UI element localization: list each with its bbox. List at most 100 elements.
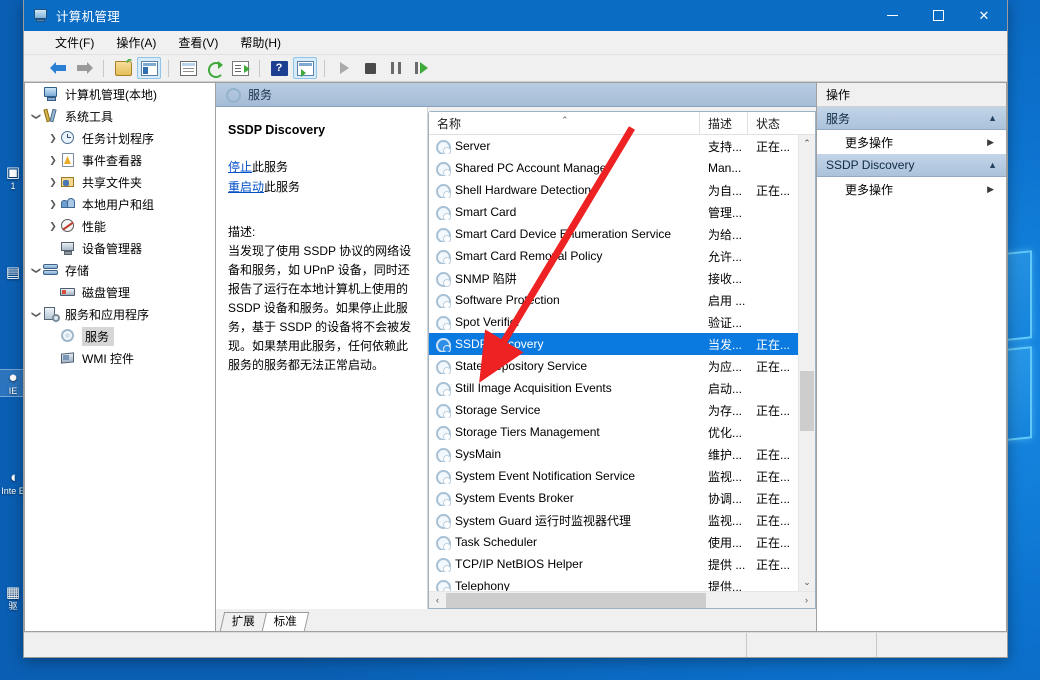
view-tab-1[interactable]: 标准 [262, 612, 309, 631]
tree-item-0[interactable]: 计算机管理(本地) [25, 83, 215, 105]
menu-item-3[interactable]: 帮助(H) [229, 32, 292, 53]
table-row[interactable]: SNMP 陷阱接收... [429, 267, 798, 289]
table-row[interactable]: System Guard 运行时监视器代理监视...正在... [429, 509, 798, 531]
tree-expander-icon[interactable] [29, 265, 43, 276]
minimize-button[interactable] [869, 0, 915, 31]
tree-item-7[interactable]: 设备管理器 [25, 237, 215, 259]
pause-service-icon[interactable] [384, 57, 408, 79]
tree-item-3[interactable]: 事件查看器 [25, 149, 215, 171]
actions-group-header-1[interactable]: SSDP Discovery▲ [817, 154, 1006, 177]
tree-expander-icon[interactable] [29, 309, 43, 320]
scroll-right-button[interactable]: › [798, 592, 815, 609]
start-service-icon[interactable] [332, 57, 356, 79]
detail-link-0[interactable]: 停止 [228, 160, 252, 174]
help-icon[interactable]: ? [267, 57, 291, 79]
tree-expander-icon[interactable] [46, 133, 60, 144]
refresh-icon[interactable] [202, 57, 226, 79]
service-gear-icon [435, 183, 450, 198]
service-name-text: Server [455, 139, 490, 153]
table-row[interactable]: System Event Notification Service监视...正在… [429, 465, 798, 487]
view-tab-0[interactable]: 扩展 [220, 612, 267, 631]
tree-expander-icon[interactable] [46, 199, 60, 210]
table-row[interactable]: Spot Verifier验证... [429, 311, 798, 333]
table-row[interactable]: System Events Broker协调...正在... [429, 487, 798, 509]
table-row[interactable]: SSDP Discovery当发...正在... [429, 333, 798, 355]
tree-item-12[interactable]: WMI 控件 [25, 347, 215, 369]
table-row[interactable]: Telephony提供... [429, 575, 798, 591]
maximize-button[interactable] [915, 0, 961, 31]
table-row[interactable]: State Repository Service为应...正在... [429, 355, 798, 377]
table-row[interactable]: Smart Card管理... [429, 201, 798, 223]
cell-name: Smart Card Device Enumeration Service [429, 227, 700, 242]
horizontal-scroll-track[interactable] [446, 592, 798, 609]
actions-item-more-1[interactable]: 更多操作▶ [817, 177, 1006, 201]
table-row[interactable]: Still Image Acquisition Events启动... [429, 377, 798, 399]
close-button[interactable]: ✕ [961, 0, 1007, 31]
back-arrow-icon[interactable] [46, 57, 70, 79]
menu-item-0[interactable]: 文件(F) [44, 32, 105, 53]
scroll-down-button[interactable]: ⌄ [799, 574, 815, 591]
table-row[interactable]: Smart Card Device Enumeration Service为给.… [429, 223, 798, 245]
view-tab-label: 扩展 [232, 614, 255, 631]
tree-expander-icon[interactable] [29, 111, 43, 122]
tree-item-6[interactable]: 性能 [25, 215, 215, 237]
up-folder-icon[interactable] [111, 57, 135, 79]
tree-item-9[interactable]: 磁盘管理 [25, 281, 215, 303]
tree-expander-icon[interactable] [46, 155, 60, 166]
menu-item-1[interactable]: 操作(A) [105, 32, 167, 53]
console-tree[interactable]: 计算机管理(本地)系统工具任务计划程序事件查看器共享文件夹本地用户和组性能设备管… [24, 82, 215, 632]
tree-item-2[interactable]: 任务计划程序 [25, 127, 215, 149]
actions-group-header-0[interactable]: 服务▲ [817, 107, 1006, 130]
list-horizontal-scrollbar[interactable]: ‹ › [429, 591, 815, 608]
forward-arrow-icon[interactable] [72, 57, 96, 79]
tree-users-icon [60, 196, 77, 212]
column-header-name[interactable]: 名称 ⌃ [429, 112, 700, 134]
horizontal-scroll-thumb[interactable] [446, 593, 706, 608]
service-name-text: Smart Card Removal Policy [455, 249, 602, 263]
vertical-scroll-track[interactable] [799, 152, 815, 574]
collapse-chevron-icon[interactable]: ▲ [988, 113, 997, 123]
actions-item-more-0[interactable]: 更多操作▶ [817, 130, 1006, 154]
list-rows[interactable]: Server支持...正在...Shared PC Account Manage… [429, 135, 798, 591]
column-header-description[interactable]: 描述 [700, 112, 748, 134]
services-list-view[interactable]: 名称 ⌃ 描述 状态 Server支持...正在...Shared PC Acc… [428, 111, 816, 609]
list-vertical-scrollbar[interactable]: ⌃ ⌄ [798, 135, 815, 591]
table-row[interactable]: Software Protection启用 ... [429, 289, 798, 311]
tree-item-10[interactable]: 服务和应用程序 [25, 303, 215, 325]
table-row[interactable]: Storage Service为存...正在... [429, 399, 798, 421]
table-row[interactable]: Task Scheduler使用...正在... [429, 531, 798, 553]
table-row[interactable]: Server支持...正在... [429, 135, 798, 157]
table-row[interactable]: Shared PC Account ManagerMan... [429, 157, 798, 179]
service-name-text: System Events Broker [455, 491, 574, 505]
detail-link-1[interactable]: 重启动 [228, 180, 264, 194]
show-action-pane-icon[interactable] [293, 57, 317, 79]
tree-item-8[interactable]: 存储 [25, 259, 215, 281]
scroll-up-button[interactable]: ⌃ [799, 135, 815, 152]
show-hide-console-tree-icon[interactable] [137, 57, 161, 79]
vertical-scroll-thumb[interactable] [800, 371, 814, 430]
tree-item-11[interactable]: 服务 [25, 325, 215, 347]
tree-expander-icon[interactable] [46, 177, 60, 188]
table-row[interactable]: Storage Tiers Management优化... [429, 421, 798, 443]
column-header-status[interactable]: 状态 [748, 112, 798, 134]
restart-service-icon[interactable] [410, 57, 434, 79]
table-row[interactable]: Shell Hardware Detection为自...正在... [429, 179, 798, 201]
menu-item-2[interactable]: 查看(V) [167, 32, 229, 53]
tree-storage-icon [43, 262, 60, 278]
cell-name: Software Protection [429, 293, 700, 308]
collapse-chevron-icon[interactable]: ▲ [988, 160, 997, 170]
service-gear-icon [435, 359, 450, 374]
service-name-text: Task Scheduler [455, 535, 537, 549]
tree-item-5[interactable]: 本地用户和组 [25, 193, 215, 215]
stop-service-icon[interactable] [358, 57, 382, 79]
scroll-left-button[interactable]: ‹ [429, 592, 446, 609]
cell-status: 正在... [748, 490, 798, 507]
tree-item-1[interactable]: 系统工具 [25, 105, 215, 127]
table-row[interactable]: Smart Card Removal Policy允许... [429, 245, 798, 267]
tree-item-4[interactable]: 共享文件夹 [25, 171, 215, 193]
export-list-icon[interactable] [228, 57, 252, 79]
table-row[interactable]: TCP/IP NetBIOS Helper提供 ...正在... [429, 553, 798, 575]
tree-expander-icon[interactable] [46, 221, 60, 232]
properties-icon[interactable] [176, 57, 200, 79]
table-row[interactable]: SysMain维护...正在... [429, 443, 798, 465]
